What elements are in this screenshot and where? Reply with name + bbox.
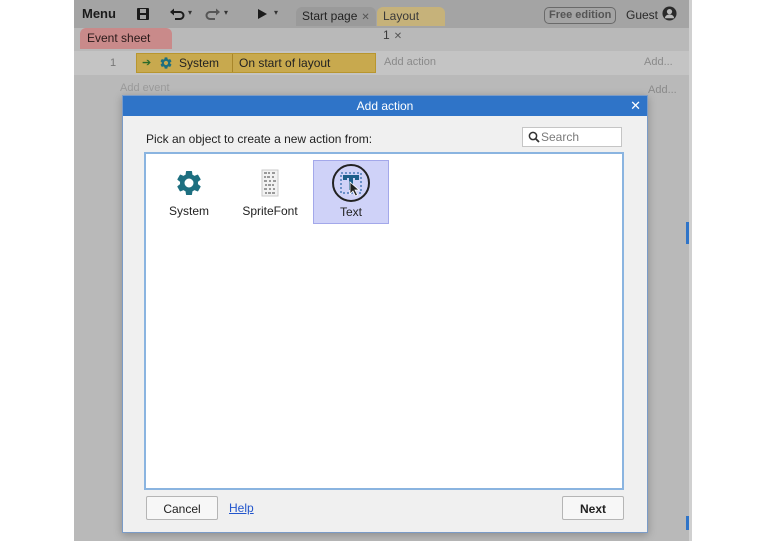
gear-icon	[160, 57, 172, 69]
next-button[interactable]: Next	[562, 496, 624, 520]
spritefont-icon	[261, 169, 279, 197]
close-tab-icon[interactable]: ✕	[394, 31, 402, 42]
toolbar: Menu ▾ ▾ ▾ Start page ✕ Layout 1 ✕ Free ed…	[74, 0, 689, 42]
redo-icon[interactable]	[204, 5, 222, 23]
menu-button[interactable]: Menu	[82, 5, 116, 23]
condition-block[interactable]: ➔ System On start of layout	[136, 53, 376, 73]
search-icon	[528, 131, 540, 143]
event-row-number: 1	[110, 57, 117, 69]
object-item-system[interactable]: System	[151, 160, 227, 224]
play-icon[interactable]	[253, 5, 271, 23]
add-action-dialog: Add action ✕ Pick an object to create a …	[122, 95, 648, 533]
tab-start-page[interactable]: Start page ✕	[296, 7, 376, 26]
edition-badge[interactable]: Free edition	[544, 7, 617, 24]
user-name[interactable]: Guest	[626, 8, 658, 22]
condition-divider	[232, 54, 233, 72]
cancel-button[interactable]: Cancel	[146, 496, 218, 520]
tab-start-page-label: Start page	[302, 9, 358, 23]
search-box[interactable]	[522, 127, 622, 147]
event-row[interactable]: 1 ➔ System On start of layout Add action…	[74, 51, 689, 75]
help-link[interactable]: Help	[229, 501, 254, 515]
close-tab-icon[interactable]: ✕	[361, 12, 369, 23]
redo-dropdown-icon[interactable]: ▾	[224, 8, 228, 17]
object-label: SpriteFont	[242, 204, 298, 218]
condition-text: On start of layout	[239, 56, 331, 70]
add-action-link[interactable]: Add action	[384, 56, 436, 68]
save-icon[interactable]	[134, 5, 152, 23]
text-object-icon	[332, 164, 370, 202]
user-avatar-icon[interactable]	[662, 6, 677, 21]
tab-event-sheet-1[interactable]: Event sheet 1✕	[80, 28, 172, 66]
dialog-prompt: Pick an object to create a new action fr…	[146, 132, 373, 146]
dialog-title: Add action	[356, 99, 414, 113]
close-icon[interactable]: ✕	[630, 96, 641, 116]
gear-icon	[177, 170, 201, 195]
object-label: System	[168, 204, 209, 218]
object-item-text[interactable]: Text	[313, 160, 389, 224]
condition-object: System	[179, 56, 220, 70]
dialog-title-bar: Add action ✕	[123, 96, 647, 116]
object-label: Text	[339, 205, 362, 219]
add-event-link[interactable]: Add event	[120, 82, 170, 94]
object-list[interactable]: System SpriteFont Text	[144, 152, 624, 490]
object-item-spritefont[interactable]: SpriteFont	[232, 160, 308, 224]
search-input[interactable]	[541, 129, 617, 145]
window-edge	[689, 0, 692, 541]
tab-layout-1[interactable]: Layout 1 ✕	[377, 7, 445, 42]
add-link[interactable]: Add...	[644, 56, 673, 68]
undo-dropdown-icon[interactable]: ▾	[188, 8, 192, 17]
play-dropdown-icon[interactable]: ▾	[274, 8, 278, 17]
add-link[interactable]: Add...	[648, 84, 677, 96]
arrow-right-icon: ➔	[142, 57, 152, 69]
undo-icon[interactable]	[168, 5, 186, 23]
